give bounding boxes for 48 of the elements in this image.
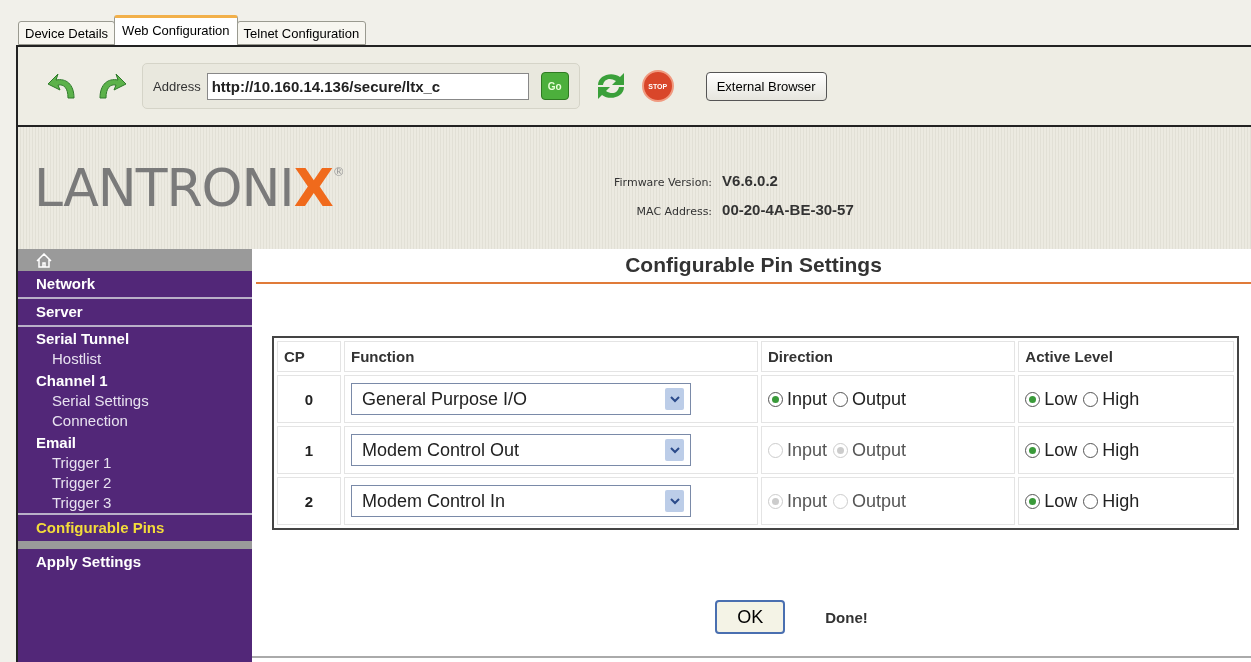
external-browser-button[interactable]: External Browser <box>705 71 827 101</box>
address-label: Address <box>153 78 201 94</box>
info-value: 00-20-4A-BE-30-57 <box>722 201 854 218</box>
radio-option[interactable]: High <box>1083 490 1140 512</box>
table-cell: 1 <box>277 426 341 474</box>
info-value: V6.6.0.2 <box>722 172 779 189</box>
info-label: MAC Address: <box>635 205 713 218</box>
column-header: CP <box>277 341 341 372</box>
sidebar-item[interactable]: Apply Settings <box>18 549 252 575</box>
chevron-icon <box>669 446 680 454</box>
home-icon[interactable] <box>36 252 52 268</box>
status-text: Done! <box>825 608 868 626</box>
sidebar-item[interactable]: Serial Tunnel <box>18 325 252 349</box>
address-field[interactable]: http://10.160.14.136/secure/ltx_c <box>206 72 529 100</box>
radio-option[interactable]: Output <box>833 388 907 410</box>
ok-button[interactable]: OK <box>715 600 786 634</box>
radio-option[interactable]: Input <box>768 388 828 410</box>
tab[interactable]: Telnet Configuration <box>236 21 367 45</box>
sidebar-subitem[interactable]: Serial Settings <box>18 391 252 411</box>
radio-option[interactable]: Low <box>1025 388 1078 410</box>
radio-option[interactable]: Low <box>1025 490 1078 512</box>
radio-option[interactable]: Low <box>1025 439 1078 461</box>
column-header: Active Level <box>1018 341 1234 372</box>
sidebar-subitem[interactable]: Trigger 1 <box>18 453 252 473</box>
sidebar-item[interactable]: Network <box>18 271 252 297</box>
table-cell: 2 <box>277 477 341 525</box>
radio-option[interactable]: High <box>1083 439 1140 461</box>
sidebar-subitem[interactable]: Trigger 3 <box>18 493 252 513</box>
page-title: Configurable Pin Settings <box>256 249 1251 284</box>
column-header: Direction <box>761 341 1016 372</box>
tab[interactable]: Device Details <box>18 21 116 45</box>
chevron-icon <box>669 497 680 505</box>
function-dropdown[interactable]: Modem Control Out <box>351 434 691 466</box>
sidebar-item[interactable]: Server <box>18 297 252 325</box>
info-label: Firmware Version: <box>614 176 713 189</box>
sidebar-subitem[interactable]: Connection <box>18 411 252 431</box>
function-dropdown[interactable]: Modem Control In <box>351 485 691 517</box>
radio-option[interactable]: High <box>1083 388 1140 410</box>
function-dropdown[interactable]: General Purpose I/O <box>351 383 691 415</box>
lantronix-logo: LANTRONIX$^{®}$ <box>34 158 345 218</box>
sidebar-subitem[interactable]: Trigger 2 <box>18 473 252 493</box>
sidebar-item[interactable]: Channel 1 <box>18 369 252 391</box>
table-cell: 0 <box>277 375 341 423</box>
sidebar-item[interactable]: Email <box>18 431 252 453</box>
column-header: Function <box>344 341 758 372</box>
tab[interactable]: Web Configuration <box>114 15 238 45</box>
chevron-icon <box>669 395 680 403</box>
sidebar-subitem[interactable]: Hostlist <box>18 349 252 369</box>
